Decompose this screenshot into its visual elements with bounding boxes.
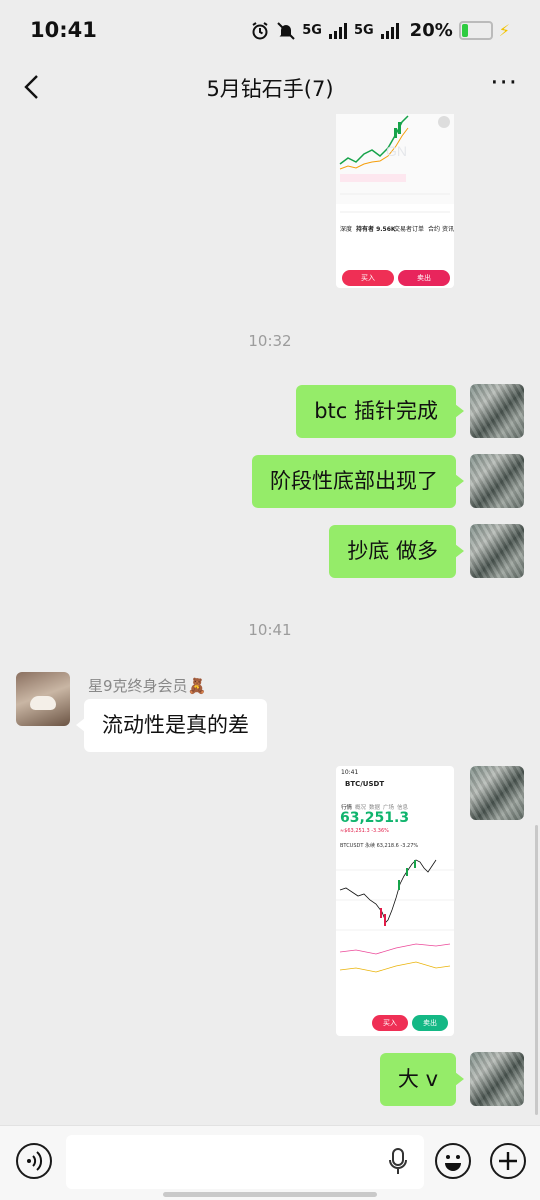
btc-chart-screenshot-image[interactable]: 10:41 BTC/USDT 行情 概况 数据 广场 信息 63,251.3 ≈… [336,766,454,1036]
microphone-icon[interactable] [389,1148,407,1176]
tab-contract: 合约 [428,226,441,233]
battery-icon [458,21,493,40]
alarm-icon [252,21,268,39]
self-avatar[interactable] [470,766,524,820]
signal-icon-2 [380,22,399,39]
battery-percent: 20% [409,20,453,41]
pair-label: BTC/USDT [345,780,385,788]
signal-icon [328,22,347,39]
perp-label: BTCUSDT 永续 63,218.6 -3.27% [340,843,419,849]
sender-name: 星9克终身会员🧸 [88,677,207,695]
status-time: 10:41 [30,18,97,42]
voice-input-button[interactable] [16,1143,52,1179]
scrollbar[interactable] [535,825,538,1115]
tab-orders: 订单 [412,226,425,233]
status-bar: 10:41 5G 5G 20% ⚡ [0,0,540,62]
message-bubble[interactable]: 流动性是真的差 [76,699,267,752]
self-avatar[interactable] [470,454,524,508]
more-button[interactable]: ··· [490,68,518,98]
svg-text:GN: GN [386,143,407,159]
self-avatar[interactable] [470,1052,524,1106]
plus-icon [499,1152,517,1170]
emoji-button[interactable] [435,1143,471,1179]
chart-screenshot-image[interactable]: GN 深度 持有者 9.56K 交易者 订单 合约 资讯 买入 卖出 [336,114,454,288]
message-bubble[interactable]: btc 插针完成 [296,385,464,438]
voice-icon [27,1151,43,1171]
tab-holders: 持有者 9.56K [356,226,396,233]
tab-depth: 深度 [340,226,353,233]
status-icons: 5G 5G 20% ⚡ [250,20,510,41]
tab-news: 资讯 [442,226,454,233]
buy-button: 买入 [342,270,394,286]
emoji-icon [445,1155,461,1171]
charging-icon: ⚡ [498,21,510,40]
signal-5g-label: 5G [302,23,322,38]
sell-button: 卖出 [412,1015,448,1031]
message-input[interactable] [66,1135,424,1189]
price-value: 63,251.3 [340,810,410,826]
input-bar [0,1125,540,1200]
more-actions-button[interactable] [490,1143,526,1179]
message-bubble[interactable]: 阶段性底部出现了 [252,455,464,508]
signal-5g-label-2: 5G [353,23,374,38]
mute-icon [277,21,295,40]
self-avatar[interactable] [470,524,524,578]
nav-bar: 5月钻石手(7) ··· [0,62,540,114]
chart-thumbnail: GN [336,114,454,213]
chat-title: 5月钻石手(7) [206,77,334,101]
home-indicator[interactable] [163,1192,377,1197]
chat-area[interactable]: GN 深度 持有者 9.56K 交易者 订单 合约 资讯 买入 卖出 10:32… [0,114,540,1125]
price-change: ≈$63,251.3 -3.36% [340,828,389,834]
message-bubble[interactable]: 大 v [379,1053,465,1106]
timestamp: 10:32 [248,332,292,350]
self-avatar[interactable] [470,384,524,438]
message-bubble[interactable]: 抄底 做多 [329,525,464,578]
candlestick-chart [336,859,454,973]
buy-button: 买入 [372,1015,408,1031]
tab-traders: 交易者 [394,226,413,233]
sender-avatar[interactable] [16,672,70,726]
timestamp: 10:41 [248,621,292,639]
sell-button: 卖出 [398,270,450,286]
screenshot-time: 10:41 [341,769,359,776]
